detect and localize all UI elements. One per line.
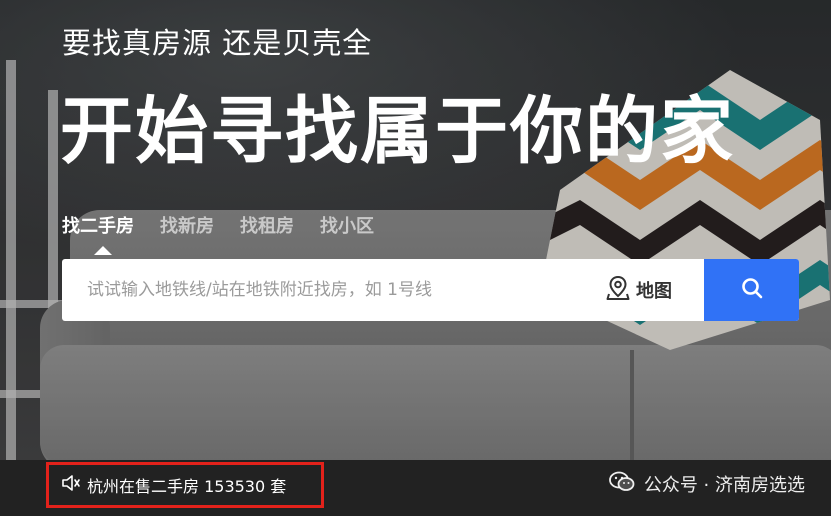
tab-new-homes[interactable]: 找新房 xyxy=(160,212,214,238)
watermark-text: 公众号 · 济南房选选 xyxy=(643,475,805,496)
search-input[interactable] xyxy=(62,259,592,321)
search-icon xyxy=(740,276,764,304)
tab-communities[interactable]: 找小区 xyxy=(320,212,374,238)
map-label: 地图 xyxy=(636,281,672,302)
tab-second-hand[interactable]: 找二手房 xyxy=(62,212,134,255)
wechat-icon xyxy=(608,470,636,498)
tab-rentals[interactable]: 找租房 xyxy=(240,212,294,238)
listing-count-text: 杭州在售二手房 153530 套 xyxy=(87,477,287,496)
speaker-icon xyxy=(61,474,81,496)
search-type-tabs: 找二手房 找新房 找租房 找小区 xyxy=(62,212,374,255)
listing-count-notice: 杭州在售二手房 153530 套 xyxy=(46,462,324,508)
hero-headline: 开始寻找属于你的家 xyxy=(60,89,735,174)
hero-subtitle: 要找真房源 还是贝壳全 xyxy=(62,26,373,60)
search-bar: 地图 xyxy=(62,259,799,321)
map-search-button[interactable]: 地图 xyxy=(604,259,706,321)
watermark: 公众号 · 济南房选选 xyxy=(608,470,805,498)
search-button[interactable] xyxy=(704,259,799,321)
location-pin-icon xyxy=(606,275,630,305)
